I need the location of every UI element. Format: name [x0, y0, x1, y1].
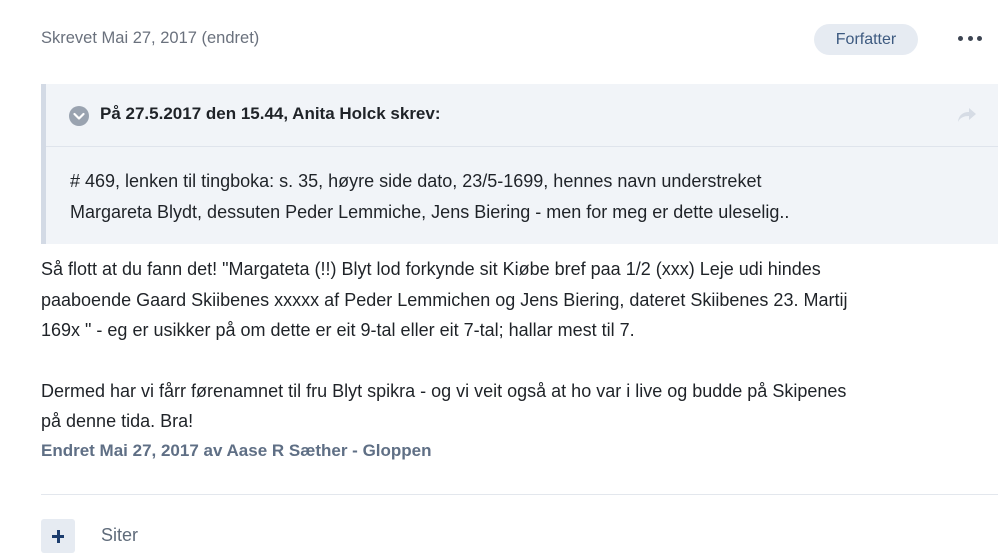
share-arrow-icon[interactable]	[956, 105, 978, 125]
quote-line: # 469, lenken til tingboka: s. 35, høyre…	[70, 171, 762, 191]
quote-text: # 469, lenken til tingboka: s. 35, høyre…	[70, 166, 970, 228]
quote-title: På 27.5.2017 den 15.44, Anita Holck skre…	[100, 104, 441, 123]
quote-button[interactable]: Siter	[101, 525, 138, 546]
post-content: Så flott at du fann det! "Margateta (!!)…	[41, 254, 996, 437]
ellipsis-icon[interactable]	[958, 28, 982, 48]
quote-line: Margareta Blydt, dessuten Peder Lemmiche…	[70, 202, 790, 222]
edited-note: Endret Mai 27, 2017 av Aase R Sæther - G…	[41, 441, 432, 460]
post-line: Så flott at du fann det! "Margateta (!!)…	[41, 259, 821, 279]
post-line: Dermed har vi fårr førenamnet til fru Bl…	[41, 380, 847, 401]
author-badge: Forfatter	[814, 24, 918, 55]
divider	[41, 494, 998, 495]
quote-block: På 27.5.2017 den 15.44, Anita Holck skre…	[41, 84, 998, 244]
post-line: på denne tida. Bra!	[41, 411, 194, 431]
post-date: Skrevet Mai 27, 2017 (endret)	[41, 29, 260, 47]
plus-icon[interactable]	[41, 519, 75, 553]
quote-header: På 27.5.2017 den 15.44, Anita Holck skre…	[46, 84, 998, 147]
post-line: paaboende Gaard Skiibenes xxxxx af Peder…	[41, 289, 848, 310]
post-line: 169x " - eg er usikker på om dette er ei…	[41, 320, 635, 340]
chevron-down-icon[interactable]	[69, 106, 89, 126]
